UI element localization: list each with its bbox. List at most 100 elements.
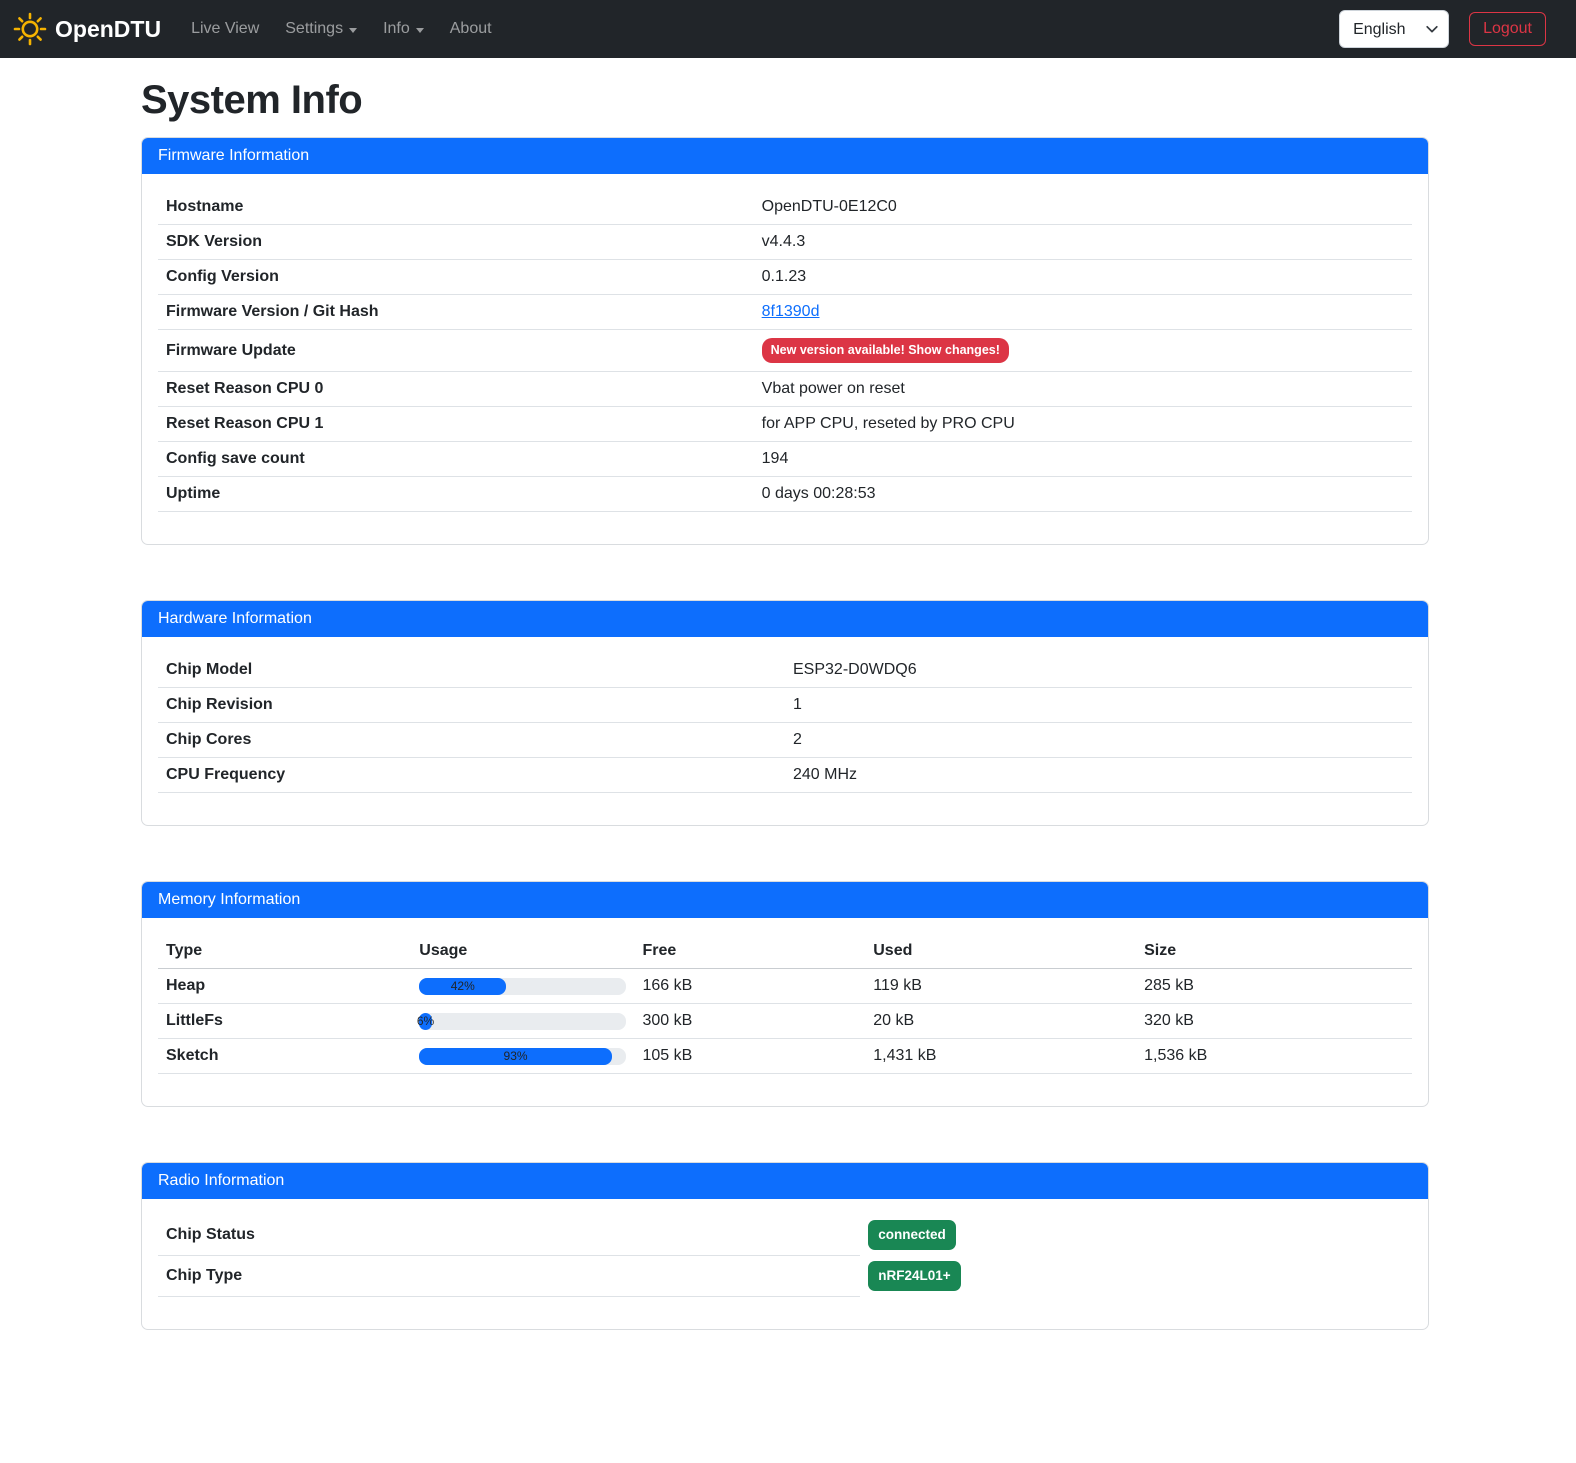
nav-item-live-view[interactable]: Live View	[183, 12, 267, 46]
git-hash-link[interactable]: 8f1390d	[762, 303, 820, 320]
page-title: System Info	[141, 78, 1429, 123]
firmware-card-header: Firmware Information	[142, 138, 1428, 174]
row-label: Chip Revision	[158, 688, 785, 723]
column-header-free: Free	[635, 934, 866, 969]
table-row: Firmware Version / Git Hash 8f1390d	[158, 295, 1412, 330]
firmware-table: Hostname OpenDTU-0E12C0 SDK Version v4.4…	[158, 190, 1412, 512]
chip-model-value: ESP32-D0WDQ6	[785, 653, 1412, 688]
hostname-value: OpenDTU-0E12C0	[754, 190, 1412, 225]
heap-free-value: 166 kB	[635, 969, 866, 1004]
littlefs-size-value: 320 kB	[1136, 1004, 1412, 1039]
row-label: Chip Cores	[158, 723, 785, 758]
navbar-right: English Logout	[1339, 10, 1564, 48]
row-label: SDK Version	[158, 225, 754, 260]
hardware-table: Chip Model ESP32-D0WDQ6 Chip Revision 1 …	[158, 653, 1412, 793]
reset-reason-cpu0-value: Vbat power on reset	[754, 372, 1412, 407]
table-row: Chip Model ESP32-D0WDQ6	[158, 653, 1412, 688]
config-version-value: 0.1.23	[754, 260, 1412, 295]
table-row: Chip Cores 2	[158, 723, 1412, 758]
radio-card-body: Chip Status connected Chip Type nRF24L01…	[142, 1199, 1428, 1329]
column-header-used: Used	[865, 934, 1136, 969]
table-row: Hostname OpenDTU-0E12C0	[158, 190, 1412, 225]
row-label: Config save count	[158, 442, 754, 477]
sketch-free-value: 105 kB	[635, 1039, 866, 1074]
column-header-type: Type	[158, 934, 411, 969]
progress-label: 42%	[419, 978, 506, 995]
chevron-down-icon	[416, 28, 424, 33]
nav-item-info[interactable]: Info	[375, 12, 432, 46]
sun-logo-icon	[12, 11, 48, 47]
brand-label: OpenDTU	[55, 16, 161, 43]
chip-status-badge: connected	[868, 1220, 956, 1250]
main-content: System Info Firmware Information Hostnam…	[141, 78, 1429, 1330]
reset-reason-cpu1-value: for APP CPU, reseted by PRO CPU	[754, 407, 1412, 442]
table-row: Chip Status connected	[158, 1215, 1412, 1256]
sketch-used-value: 1,431 kB	[865, 1039, 1136, 1074]
git-hash-cell: 8f1390d	[754, 295, 1412, 330]
row-label: Chip Model	[158, 653, 785, 688]
radio-table: Chip Status connected Chip Type nRF24L01…	[158, 1215, 1412, 1297]
memory-card: Memory Information Type Usage Free Used …	[141, 881, 1429, 1107]
row-label: Config Version	[158, 260, 754, 295]
table-row: Config Version 0.1.23	[158, 260, 1412, 295]
memory-table: Type Usage Free Used Size Heap 42%	[158, 934, 1412, 1074]
hardware-card-body: Chip Model ESP32-D0WDQ6 Chip Revision 1 …	[142, 637, 1428, 825]
table-row: Firmware Update New version available! S…	[158, 330, 1412, 372]
firmware-card: Firmware Information Hostname OpenDTU-0E…	[141, 137, 1429, 545]
radio-card-header: Radio Information	[142, 1163, 1428, 1199]
row-label: Firmware Version / Git Hash	[158, 295, 754, 330]
language-select-wrap: English	[1339, 10, 1449, 48]
hardware-card: Hardware Information Chip Model ESP32-D0…	[141, 600, 1429, 826]
nav-item-about-label: About	[450, 20, 492, 38]
navbar: OpenDTU Live View Settings Info About En…	[0, 0, 1576, 58]
table-row: Reset Reason CPU 0 Vbat power on reset	[158, 372, 1412, 407]
row-label: Reset Reason CPU 1	[158, 407, 754, 442]
heap-size-value: 285 kB	[1136, 969, 1412, 1004]
sketch-usage-cell: 93%	[411, 1039, 634, 1074]
littlefs-used-value: 20 kB	[865, 1004, 1136, 1039]
row-label: Heap	[158, 969, 411, 1004]
row-label: Chip Status	[158, 1215, 860, 1256]
row-label: Hostname	[158, 190, 754, 225]
table-row: Uptime 0 days 00:28:53	[158, 477, 1412, 512]
new-version-badge[interactable]: New version available! Show changes!	[762, 338, 1009, 363]
progress-label: 6%	[419, 1013, 431, 1030]
logout-button[interactable]: Logout	[1469, 12, 1546, 46]
row-label: Reset Reason CPU 0	[158, 372, 754, 407]
table-row: SDK Version v4.4.3	[158, 225, 1412, 260]
sketch-progress-bar: 93%	[419, 1048, 626, 1065]
sdk-version-value: v4.4.3	[754, 225, 1412, 260]
row-label: Uptime	[158, 477, 754, 512]
table-row: Config save count 194	[158, 442, 1412, 477]
row-label: Sketch	[158, 1039, 411, 1074]
heap-progress-bar: 42%	[419, 978, 626, 995]
table-row: LittleFs 6% 300 kB 20 kB 320 kB	[158, 1004, 1412, 1039]
nav-item-about[interactable]: About	[442, 12, 500, 46]
littlefs-usage-cell: 6%	[411, 1004, 634, 1039]
table-header-row: Type Usage Free Used Size	[158, 934, 1412, 969]
nav-item-settings[interactable]: Settings	[277, 12, 365, 46]
nav-item-live-view-label: Live View	[191, 20, 259, 38]
chevron-down-icon	[349, 28, 357, 33]
heap-usage-cell: 42%	[411, 969, 634, 1004]
config-save-count-value: 194	[754, 442, 1412, 477]
row-label: LittleFs	[158, 1004, 411, 1039]
firmware-update-cell: New version available! Show changes!	[754, 330, 1412, 372]
heap-used-value: 119 kB	[865, 969, 1136, 1004]
uptime-value: 0 days 00:28:53	[754, 477, 1412, 512]
radio-card: Radio Information Chip Status connected …	[141, 1162, 1429, 1330]
table-row: Heap 42% 166 kB 119 kB 285 kB	[158, 969, 1412, 1004]
chip-revision-value: 1	[785, 688, 1412, 723]
memory-card-body: Type Usage Free Used Size Heap 42%	[142, 918, 1428, 1106]
table-row: Reset Reason CPU 1 for APP CPU, reseted …	[158, 407, 1412, 442]
progress-label: 93%	[419, 1048, 612, 1065]
column-header-usage: Usage	[411, 934, 634, 969]
memory-card-header: Memory Information	[142, 882, 1428, 918]
chip-type-badge: nRF24L01+	[868, 1261, 960, 1291]
chip-status-cell: connected	[860, 1215, 1412, 1256]
brand[interactable]: OpenDTU	[12, 11, 161, 47]
nav-links: Live View Settings Info About	[183, 12, 510, 46]
language-select[interactable]: English	[1339, 10, 1449, 48]
hardware-card-header: Hardware Information	[142, 601, 1428, 637]
firmware-card-body: Hostname OpenDTU-0E12C0 SDK Version v4.4…	[142, 174, 1428, 544]
